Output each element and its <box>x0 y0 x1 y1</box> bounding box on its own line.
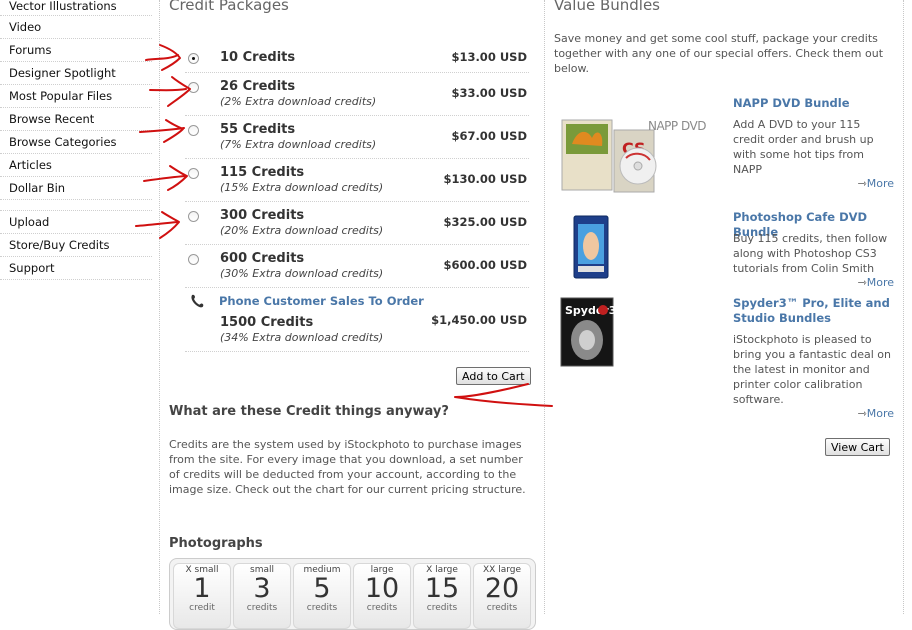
napp-dvd-bundle-image[interactable]: CS NAPP DVD BUNDLES <box>558 108 763 208</box>
nav-item-forums[interactable]: Forums <box>0 39 152 62</box>
package-row[interactable]: 115 Credits (15% Extra download credits)… <box>185 159 529 202</box>
pricing-unit: credits <box>246 603 278 613</box>
more-arrow-icon: ⇾ <box>857 177 867 190</box>
view-cart-button[interactable]: View Cart <box>825 438 890 456</box>
nav-item-dollar-bin[interactable]: Dollar Bin <box>0 177 152 200</box>
pricing-credits: 20 <box>484 573 520 604</box>
package-price: $33.00 USD <box>451 86 527 100</box>
package-row[interactable]: 26 Credits (2% Extra download credits) $… <box>185 73 529 116</box>
package-price: $600.00 USD <box>443 258 527 272</box>
package-extra: (15% Extra download credits) <box>220 181 384 194</box>
pricing-credits: 10 <box>364 573 400 604</box>
package-row[interactable]: 300 Credits (20% Extra download credits)… <box>185 202 529 245</box>
pricing-credits: 3 <box>253 573 271 604</box>
credits-faq-text: Credits are the system used by iStockpho… <box>169 438 526 496</box>
package-radio[interactable] <box>188 125 199 136</box>
package-name: 600 Credits <box>220 251 305 266</box>
napp-bundle-image-label: NAPP DVD BUNDLES <box>648 119 710 133</box>
bundle-title-napp[interactable]: NAPP DVD Bundle <box>733 96 850 111</box>
package-name: 26 Credits <box>220 79 296 94</box>
more-label: More <box>866 177 894 190</box>
pricing-cell: small 3 credits <box>233 563 291 629</box>
package-extra: (2% Extra download credits) <box>220 95 377 108</box>
spyder3-box-image[interactable]: Spyder3 <box>559 296 617 368</box>
package-price: $13.00 USD <box>451 50 527 64</box>
nav-item-upload[interactable]: Upload <box>0 211 152 234</box>
package-extra: (20% Extra download credits) <box>220 224 384 237</box>
package-radio[interactable] <box>188 211 199 222</box>
package-row[interactable]: 600 Credits (30% Extra download credits)… <box>185 245 529 288</box>
column-divider-edge <box>903 0 904 614</box>
pricing-cell: XX large 20 credits <box>473 563 531 629</box>
more-arrow-icon: ⇾ <box>857 407 867 420</box>
nav-item-most-popular-files[interactable]: Most Popular Files <box>0 85 152 108</box>
photographs-title: Photographs <box>169 536 263 551</box>
photoshop-cafe-dvd-image[interactable] <box>572 214 612 280</box>
pricing-credits: 1 <box>193 573 211 604</box>
column-divider-right <box>544 0 545 614</box>
nav-item-browse-recent[interactable]: Browse Recent <box>0 108 152 131</box>
photo-pricing-chart: X small 1 credit small 3 credits medium … <box>169 558 536 630</box>
bundle-more-link[interactable]: ⇾More <box>858 276 895 289</box>
package-row[interactable]: 55 Credits (7% Extra download credits) $… <box>185 116 529 159</box>
more-arrow-icon: ⇾ <box>857 276 867 289</box>
left-nav: Vector Illustrations Video Forums Design… <box>0 0 152 280</box>
bundle-more-link[interactable]: ⇾More <box>858 177 895 190</box>
add-to-cart-button[interactable]: Add to Cart <box>456 367 531 385</box>
package-radio[interactable] <box>188 82 199 93</box>
package-name: 115 Credits <box>220 165 305 180</box>
package-name: 55 Credits <box>220 122 296 137</box>
pricing-credits: 15 <box>424 573 460 604</box>
package-name: 1500 Credits <box>220 315 314 330</box>
nav-item-articles[interactable]: Articles <box>0 154 152 177</box>
package-radio-selected[interactable] <box>188 53 199 64</box>
bundle-title-spyder3[interactable]: Spyder3™ Pro, Elite and Studio Bundles <box>733 296 893 326</box>
pricing-cell: X small 1 credit <box>173 563 231 629</box>
pricing-cell: X large 15 credits <box>413 563 471 629</box>
package-radio[interactable] <box>188 254 199 265</box>
bundle-more-link[interactable]: ⇾More <box>858 407 895 420</box>
package-price: $325.00 USD <box>443 215 527 229</box>
nav-item-support[interactable]: Support <box>0 257 152 280</box>
bundle-desc-spyder3: iStockphoto is pleased to bring you a fa… <box>733 333 891 406</box>
annotation-arrow <box>454 383 553 407</box>
nav-gap <box>0 200 152 211</box>
bundle-desc-napp: Add A DVD to your 115 credit order and b… <box>733 118 874 176</box>
nav-item-vector-illustrations[interactable]: Vector Illustrations <box>0 0 152 16</box>
credit-packages-title: Credit Packages <box>169 0 289 14</box>
package-row[interactable]: 10 Credits $13.00 USD <box>185 44 529 73</box>
package-price: $130.00 USD <box>443 172 527 186</box>
package-extra: (7% Extra download credits) <box>220 138 377 151</box>
package-radio[interactable] <box>188 168 199 179</box>
package-name: 300 Credits <box>220 208 305 223</box>
package-price: $67.00 USD <box>451 129 527 143</box>
bundle-desc-photoshop-cafe: Buy 115 credits, then follow along with … <box>733 232 888 275</box>
package-name: 10 Credits <box>220 50 296 65</box>
nav-item-store-buy-credits[interactable]: Store/Buy Credits <box>0 234 152 257</box>
more-label: More <box>866 407 894 420</box>
pricing-cell: large 10 credits <box>353 563 411 629</box>
pricing-cell: medium 5 credits <box>293 563 351 629</box>
pricing-unit: credits <box>426 603 458 613</box>
package-extra: (34% Extra download credits) <box>220 331 384 344</box>
spyder-box-label: Spyder3 <box>565 304 616 317</box>
value-bundles-title: Value Bundles <box>554 0 660 14</box>
annotation-arrow <box>149 76 191 107</box>
pricing-credits: 5 <box>313 573 331 604</box>
column-divider-left <box>159 0 160 614</box>
credits-faq-title: What are these Credit things anyway? <box>169 404 449 419</box>
pricing-unit: credit <box>189 603 215 613</box>
pricing-unit: credits <box>366 603 398 613</box>
nav-item-designer-spotlight[interactable]: Designer Spotlight <box>0 62 152 85</box>
pricing-unit: credits <box>306 603 338 613</box>
package-extra: (30% Extra download credits) <box>220 267 384 280</box>
phone-package-row: 1500 Credits (34% Extra download credits… <box>185 288 529 352</box>
nav-item-browse-categories[interactable]: Browse Categories <box>0 131 152 154</box>
nav-item-video[interactable]: Video <box>0 16 152 39</box>
more-label: More <box>866 276 894 289</box>
package-price: $1,450.00 USD <box>431 313 527 327</box>
value-bundles-intro: Save money and get some cool stuff, pack… <box>554 32 884 75</box>
pricing-unit: credits <box>486 603 518 613</box>
